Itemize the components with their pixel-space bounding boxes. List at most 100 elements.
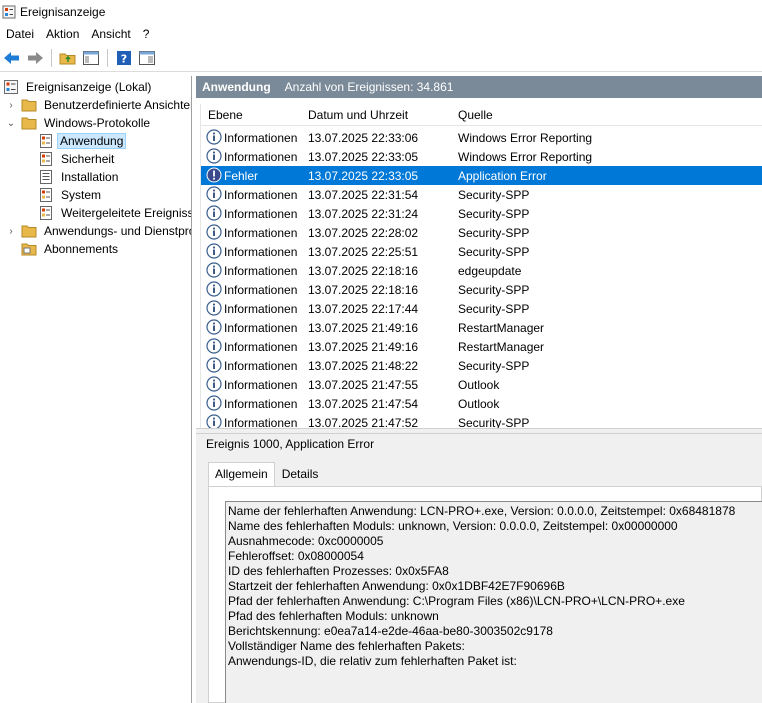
tree-label: Sicherheit [61,152,115,166]
folder-icon [21,223,37,239]
event-level: Informationen [224,397,298,411]
chevron-down-icon[interactable]: ⌄ [5,117,17,129]
event-row[interactable]: Informationen 13.07.2025 21:47:52 Security… [201,413,762,428]
window-title: Ereignisanzeige [20,5,106,19]
message-line: Ausnahmecode: 0xc0000005 [228,534,384,548]
event-date: 13.07.2025 22:25:51 [308,245,419,259]
event-list: Ebene Datum und Uhrzeit Quelle Informati… [200,104,762,428]
event-row[interactable]: Informationen 13.07.2025 22:33:06 Windows … [201,128,762,147]
tree-item-system[interactable]: System [38,186,105,204]
info-icon [206,281,222,297]
log-title: Anwendung [202,80,271,94]
log-icon [38,151,54,167]
column-header-level[interactable]: Ebene [208,108,243,122]
message-line: Pfad der fehlerhaften Anwendung: C:\Prog… [228,594,685,608]
menu-datei[interactable]: Datei [0,25,40,43]
event-source: Windows Error Reporting [458,150,593,164]
event-source: RestartManager [458,340,545,354]
event-source: Security-SPP [458,359,530,373]
event-row[interactable]: Informationen 13.07.2025 22:28:02 Security… [201,223,762,242]
tree-item-forwarded-events[interactable]: Weitergeleitete Ereignisse [38,204,192,222]
event-row[interactable]: Fehler 13.07.2025 22:33:05 Application Err… [201,166,762,185]
event-date: 13.07.2025 22:31:24 [308,207,419,221]
tree-item-installation[interactable]: Installation [38,168,122,186]
event-source: Security-SPP [458,226,530,240]
event-level: Informationen [224,188,298,202]
event-row[interactable]: Informationen 13.07.2025 22:33:05 Windows … [201,147,762,166]
tree-label: Abonnements [44,242,119,256]
chevron-right-icon[interactable]: › [5,225,17,237]
event-level: Informationen [224,340,298,354]
tree-label: Ereignisanzeige (Lokal) [26,80,152,94]
event-row[interactable]: Informationen 13.07.2025 22:31:24 Security… [201,204,762,223]
event-viewer-icon [3,79,19,95]
event-row[interactable]: Informationen 13.07.2025 22:25:51 Security… [201,242,762,261]
event-date: 13.07.2025 21:47:52 [308,416,419,428]
tree-item-anwendung[interactable]: Anwendung [38,132,127,150]
tab-allgemein[interactable]: Allgemein [208,462,275,486]
message-line: Name der fehlerhaften Anwendung: LCN-PRO… [228,504,736,518]
log-icon [38,169,54,185]
event-row[interactable]: Informationen 13.07.2025 21:47:54 Outlook [201,394,762,413]
forward-arrow-icon[interactable] [25,48,45,68]
message-line: Vollständiger Name des fehlerhaften Pake… [228,639,465,653]
event-row[interactable]: Informationen 13.07.2025 21:49:16 RestartM… [201,318,762,337]
tree-label: Weitergeleitete Ereignisse [61,206,192,220]
message-line: Name des fehlerhaften Moduls: unknown, V… [228,519,678,533]
column-header-date[interactable]: Datum und Uhrzeit [308,108,408,122]
chevron-right-icon[interactable]: › [5,99,17,111]
event-source: edgeupdate [458,264,522,278]
menu-bar: Datei Aktion Ansicht ? [0,24,762,44]
event-level: Fehler [224,169,259,183]
tree-label: Anwendungs- und Dienstprotokolle [44,224,191,238]
tree-item-app-services[interactable]: › Anwendungs- und Dienstprotokolle [5,222,191,240]
help-icon[interactable]: ? [114,48,134,68]
tab-details[interactable]: Details [275,462,326,486]
event-date: 13.07.2025 21:48:22 [308,359,419,373]
info-icon [206,338,222,354]
tree-item-sicherheit[interactable]: Sicherheit [38,150,118,168]
toolbar: ? [0,44,762,72]
menu-help[interactable]: ? [137,25,156,43]
folder-icon [21,97,37,113]
info-icon [206,357,222,373]
menu-ansicht[interactable]: Ansicht [85,25,136,43]
info-icon [206,414,222,428]
show-hide-tree-icon[interactable] [81,48,101,68]
tree-item-windows-logs[interactable]: ⌄ Windows-Protokolle [5,114,154,132]
event-source: Security-SPP [458,188,530,202]
column-header-source[interactable]: Quelle [458,108,493,122]
event-date: 13.07.2025 22:33:06 [308,131,419,145]
event-count: Anzahl von Ereignissen: 34.861 [284,80,454,94]
message-line: Pfad des fehlerhaften Moduls: unknown [228,609,439,623]
tree-item-custom-views[interactable]: › Benutzerdefinierte Ansichten [5,96,191,114]
event-row[interactable]: Informationen 13.07.2025 22:31:54 Security… [201,185,762,204]
event-row[interactable]: Informationen 13.07.2025 22:18:16 Security… [201,280,762,299]
info-icon [206,262,222,278]
event-row[interactable]: Informationen 13.07.2025 21:48:22 Security… [201,356,762,375]
event-viewer-icon [2,5,16,19]
event-row[interactable]: Informationen 13.07.2025 21:49:16 RestartM… [201,337,762,356]
folder-icon [21,115,37,131]
event-message-box[interactable]: Name der fehlerhaften Anwendung: LCN-PRO… [225,501,762,703]
menu-aktion[interactable]: Aktion [40,25,85,43]
event-row[interactable]: Informationen 13.07.2025 22:17:44 Security… [201,299,762,318]
event-detail-title: Ereignis 1000, Application Error [206,437,375,451]
event-level: Informationen [224,264,298,278]
event-row[interactable]: Informationen 13.07.2025 21:47:55 Outlook [201,375,762,394]
event-level: Informationen [224,226,298,240]
info-icon [206,243,222,259]
back-arrow-icon[interactable] [2,48,22,68]
tree-item-subscriptions[interactable]: Abonnements [21,240,122,258]
up-folder-icon[interactable] [58,48,78,68]
event-row[interactable]: Informationen 13.07.2025 22:18:16 edgeupda… [201,261,762,280]
event-source: Security-SPP [458,416,530,428]
tree-item-root[interactable]: Ereignisanzeige (Lokal) [3,78,155,96]
event-date: 13.07.2025 22:17:44 [308,302,419,316]
event-source: RestartManager [458,321,545,335]
event-date: 13.07.2025 21:47:55 [308,378,419,392]
show-action-pane-icon[interactable] [137,48,157,68]
log-header: Anwendung Anzahl von Ereignissen: 34.861 [196,76,762,98]
event-detail-pane: Ereignis 1000, Application Error Allgeme… [196,434,762,703]
info-icon [206,319,222,335]
